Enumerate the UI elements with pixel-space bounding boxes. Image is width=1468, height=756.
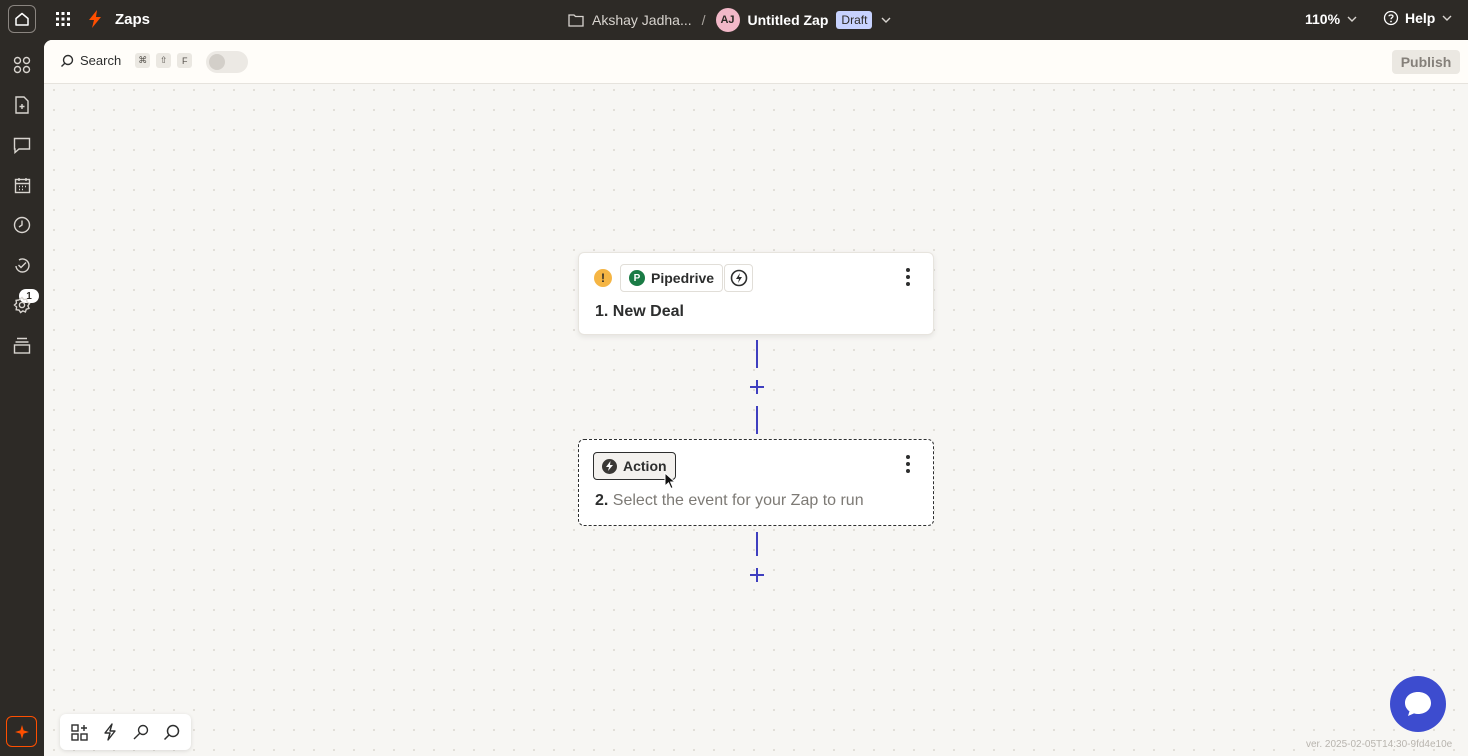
search-canvas-button[interactable] [161, 721, 183, 743]
bolt-icon [104, 723, 116, 741]
bolt-circle-icon [730, 269, 747, 287]
zap-name[interactable]: Untitled Zap [748, 12, 829, 28]
grid-add-icon [71, 723, 88, 741]
shortcut-key: ⌘ [135, 53, 151, 68]
activity-icon [15, 258, 30, 273]
calendar-icon [14, 177, 30, 193]
help-menu[interactable]: Help [1383, 10, 1453, 26]
action-chip-label: Action [623, 458, 667, 474]
sidebar-item-history[interactable] [12, 215, 32, 235]
zoom-control[interactable]: 110% [1305, 11, 1358, 27]
layers-icon [13, 337, 31, 354]
app-chip[interactable]: P Pipedrive [620, 264, 724, 292]
add-step-button[interactable] [745, 375, 769, 399]
publish-button[interactable]: Publish [1392, 50, 1460, 74]
support-chat-button[interactable] [1390, 676, 1446, 732]
step-number: 1. [595, 303, 609, 320]
app-title: Zaps [115, 11, 151, 28]
chat-bubble-icon [1405, 692, 1431, 716]
add-step-button[interactable] [745, 563, 769, 587]
sidebar-item-settings[interactable] [12, 295, 32, 315]
editor-toolbar: Search ⌘ ⇧ F Publish [44, 40, 1468, 84]
step-placeholder: Select the event for your Zap to run [612, 492, 864, 509]
canvas-tools [60, 714, 191, 750]
search-icon [61, 54, 74, 67]
warning-icon: ! [594, 269, 612, 287]
document-icon [15, 96, 29, 114]
home-icon [15, 12, 29, 26]
step-menu-button[interactable] [901, 267, 915, 287]
chevron-down-icon[interactable] [880, 14, 892, 26]
trigger-step-card[interactable]: ! P Pipedrive 1. New Deal [578, 252, 934, 335]
apps-icon [13, 56, 31, 74]
search-icon [164, 724, 180, 740]
step-number: 2. [595, 492, 609, 509]
trigger-type-chip[interactable] [724, 264, 753, 292]
connector-line [756, 340, 758, 368]
avatar[interactable]: AJ [715, 8, 740, 32]
search-label: Search [80, 53, 122, 68]
zap-on-off-toggle[interactable] [206, 51, 248, 73]
step-title: 2. Select the event for your Zap to run [595, 492, 864, 510]
version-label: ver. 2025-02-05T14:30-9fd4e10e [1306, 739, 1453, 750]
zap-action-button[interactable] [99, 721, 121, 743]
step-title: 1. New Deal [595, 303, 684, 321]
sidebar-item-activity[interactable] [12, 255, 32, 275]
step-menu-button[interactable] [901, 454, 915, 474]
step-name: New Deal [612, 303, 684, 320]
action-bolt-icon [602, 458, 617, 474]
zap-editor-canvas[interactable]: Search ⌘ ⇧ F Publish ! P Pipedrive 1. Ne… [44, 40, 1468, 756]
sidebar-item-layers[interactable] [12, 335, 32, 355]
chat-icon [13, 137, 31, 154]
sparkle-icon [14, 724, 29, 739]
chevron-down-icon [1347, 16, 1357, 22]
help-icon [1383, 10, 1399, 26]
connector-line [756, 532, 758, 556]
folder-icon[interactable] [568, 13, 584, 27]
home-button[interactable] [8, 5, 36, 33]
search-shortcut: ⌘ ⇧ F [132, 53, 193, 68]
breadcrumb-separator: / [701, 12, 706, 28]
connector-line [756, 406, 758, 434]
app-name: Pipedrive [651, 270, 715, 286]
zap-bolt-icon [88, 10, 102, 33]
app-switcher-button[interactable] [55, 11, 71, 32]
add-widget-button[interactable] [68, 721, 90, 743]
sidebar-item-apps[interactable] [12, 55, 32, 75]
mouse-cursor-icon [664, 472, 676, 490]
status-badge: Draft [836, 11, 873, 29]
chevron-down-icon [1442, 15, 1452, 21]
plus-icon [750, 568, 764, 582]
sidebar-item-document[interactable] [12, 95, 32, 115]
help-label: Help [1405, 10, 1436, 26]
zoom-level: 110% [1305, 11, 1341, 27]
sidebar-item-calendar[interactable] [12, 175, 32, 195]
wrench-icon [133, 724, 149, 739]
plus-icon [750, 380, 764, 394]
ai-copilot-button[interactable] [6, 716, 37, 747]
search-button[interactable]: Search ⌘ ⇧ F [60, 53, 193, 68]
shortcut-key: ⇧ [156, 53, 172, 68]
sidebar: 1 [0, 40, 44, 756]
top-bar: Zaps Akshay Jadha... / AJ Untitled Zap D… [0, 0, 1468, 40]
settings-icon [13, 296, 31, 314]
sidebar-item-chat[interactable] [12, 135, 32, 155]
history-icon [13, 216, 31, 234]
shortcut-key: F [177, 53, 193, 68]
grid-icon [56, 12, 70, 26]
more-vertical-icon [906, 268, 910, 286]
tools-button[interactable] [130, 721, 152, 743]
breadcrumb: Akshay Jadha... / AJ Untitled Zap Draft [568, 8, 892, 32]
action-step-card[interactable]: Action 2. Select the event for your Zap … [578, 439, 934, 526]
breadcrumb-owner[interactable]: Akshay Jadha... [592, 12, 692, 28]
more-vertical-icon [906, 455, 910, 473]
pipedrive-logo-icon: P [629, 270, 645, 286]
